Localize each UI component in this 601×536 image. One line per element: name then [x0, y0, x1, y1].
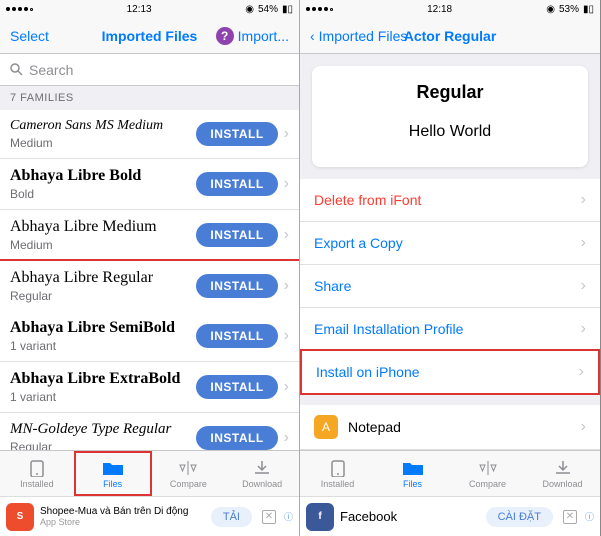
section-header: 7 FAMILIES — [0, 86, 299, 110]
files-icon — [402, 459, 424, 477]
font-row[interactable]: Abhaya Libre Regular RegularINSTALL › — [0, 259, 300, 313]
action-delete-from-ifont[interactable]: Delete from iFont› — [300, 179, 600, 222]
ad-banner[interactable]: S Shopee-Mua và Bán trên Di động App Sto… — [0, 496, 299, 536]
ad-close-icon[interactable]: ✕ — [563, 510, 577, 524]
font-row[interactable]: Abhaya Libre Bold BoldINSTALL › — [0, 159, 299, 210]
install-button[interactable]: INSTALL — [196, 172, 277, 196]
font-variant: Regular — [10, 289, 196, 303]
chevron-right-icon: › — [579, 363, 584, 381]
action-share[interactable]: Share› — [300, 265, 600, 308]
tab-compare[interactable]: Compare — [152, 451, 226, 496]
chevron-right-icon: › — [581, 418, 586, 436]
app-icon: A — [314, 415, 338, 439]
search-input[interactable]: Search — [0, 54, 299, 86]
ad-install-button[interactable]: CÀI ĐẶT — [486, 507, 553, 527]
ad-info-icon[interactable]: ⓘ — [284, 510, 293, 523]
install-button[interactable]: INSTALL — [196, 223, 277, 247]
tab-bar: InstalledFilesCompareDownload — [300, 450, 600, 496]
chevron-left-icon: ‹ — [310, 28, 315, 44]
status-time: 12:18 — [427, 4, 452, 15]
tab-installed[interactable]: Installed — [0, 451, 74, 496]
left-screenshot: 12:13 ◉54%▮▯ Select Imported Files ?Impo… — [0, 0, 300, 536]
nav-bar: Select Imported Files ?Import... — [0, 18, 299, 54]
status-bar: 12:18 ◉53%▮▯ — [300, 0, 600, 18]
tab-bar: InstalledFilesCompareDownload — [0, 450, 299, 496]
search-icon — [10, 63, 23, 76]
preview-title: Regular — [328, 82, 572, 103]
tab-files[interactable]: Files — [375, 451, 450, 496]
chevron-right-icon: › — [284, 327, 289, 345]
install-button[interactable]: INSTALL — [196, 122, 277, 146]
font-variant: Bold — [10, 187, 196, 201]
font-name: Cameron Sans MS Medium — [10, 118, 196, 134]
font-variant: Medium — [10, 136, 196, 150]
action-install-on-iphone[interactable]: Install on iPhone› — [300, 349, 600, 395]
action-email-installation-profile[interactable]: Email Installation Profile› — [300, 308, 600, 351]
install-button[interactable]: INSTALL — [196, 274, 277, 298]
font-variant: 1 variant — [10, 339, 196, 353]
ad-banner[interactable]: f Facebook CÀI ĐẶT ✕ ⓘ — [300, 496, 600, 536]
chevron-right-icon: › — [284, 277, 289, 295]
font-preview-card: Regular Hello World — [312, 66, 588, 167]
tab-installed[interactable]: Installed — [300, 451, 375, 496]
back-button[interactable]: ‹Imported Files — [310, 28, 407, 44]
help-icon[interactable]: ? — [216, 27, 234, 45]
chevron-right-icon: › — [284, 378, 289, 396]
tab-files[interactable]: Files — [74, 451, 152, 496]
action-export-a-copy[interactable]: Export a Copy› — [300, 222, 600, 265]
compare-icon — [477, 459, 499, 477]
files-icon — [102, 459, 124, 477]
tab-download[interactable]: Download — [525, 451, 600, 496]
font-row[interactable]: Abhaya Libre ExtraBold 1 variantINSTALL › — [0, 362, 299, 413]
chevron-right-icon: › — [581, 234, 586, 252]
tab-download[interactable]: Download — [225, 451, 299, 496]
chevron-right-icon: › — [284, 226, 289, 244]
download-icon — [552, 459, 574, 477]
chevron-right-icon: › — [581, 277, 586, 295]
nav-title: Imported Files — [102, 28, 198, 44]
shopee-icon: S — [6, 503, 34, 531]
font-variant: 1 variant — [10, 390, 196, 404]
font-variant: Medium — [10, 238, 196, 252]
compare-icon — [177, 459, 199, 477]
install-button[interactable]: INSTALL — [196, 375, 277, 399]
font-name: Abhaya Libre Bold — [10, 167, 196, 185]
font-row[interactable]: Abhaya Libre SemiBold 1 variantINSTALL › — [0, 311, 299, 362]
ad-info-icon[interactable]: ⓘ — [585, 510, 594, 523]
tab-compare[interactable]: Compare — [450, 451, 525, 496]
chevron-right-icon: › — [581, 191, 586, 209]
chevron-right-icon: › — [284, 125, 289, 143]
font-row[interactable]: Cameron Sans MS Medium MediumINSTALL › — [0, 110, 299, 159]
preview-text: Hello World — [328, 123, 572, 141]
download-icon — [251, 459, 273, 477]
nav-title: Actor Regular — [404, 28, 497, 44]
install-button[interactable]: INSTALL — [196, 426, 277, 450]
chevron-right-icon: › — [581, 320, 586, 338]
right-screenshot: 12:18 ◉53%▮▯ ‹Imported Files Actor Regul… — [300, 0, 600, 536]
ad-close-icon[interactable]: ✕ — [262, 510, 276, 524]
font-name: Abhaya Libre ExtraBold — [10, 370, 196, 388]
chevron-right-icon: › — [284, 175, 289, 193]
detail-notepad[interactable]: ANotepad› — [300, 405, 600, 450]
facebook-icon: f — [306, 503, 334, 531]
font-row[interactable]: Abhaya Libre Medium MediumINSTALL › — [0, 210, 299, 261]
status-bar: 12:13 ◉54%▮▯ — [0, 0, 299, 18]
nav-bar: ‹Imported Files Actor Regular — [300, 18, 600, 54]
install-button[interactable]: INSTALL — [196, 324, 277, 348]
installed-icon — [26, 459, 48, 477]
select-button[interactable]: Select — [10, 28, 49, 44]
import-button[interactable]: ?Import... — [216, 27, 289, 45]
chevron-right-icon: › — [284, 429, 289, 447]
ad-install-button[interactable]: TẢI — [211, 507, 252, 527]
font-name: Abhaya Libre Medium — [10, 218, 196, 236]
status-time: 12:13 — [127, 4, 152, 15]
font-name: Abhaya Libre SemiBold — [10, 319, 196, 337]
font-name: Abhaya Libre Regular — [10, 269, 196, 287]
font-name: MN-Goldeye Type Regular — [10, 421, 196, 438]
installed-icon — [327, 459, 349, 477]
